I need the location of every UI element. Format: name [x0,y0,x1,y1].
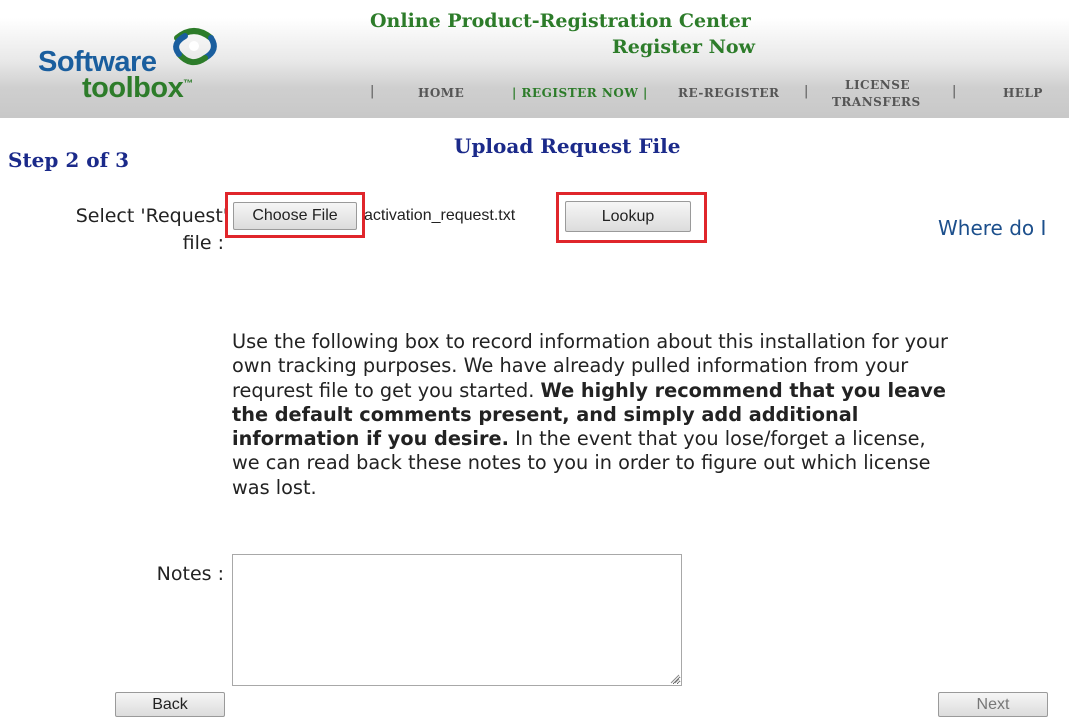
lookup-button[interactable]: Lookup [565,201,691,232]
resize-grip-icon[interactable] [668,672,680,684]
nav-license-transfers-line2[interactable]: TRANSFERS [832,95,921,109]
notes-instructions: Use the following box to record informat… [232,330,952,500]
header-subtitle: Register Now [612,36,755,58]
site-header: Software toolbox™ Online Product-Registr… [0,0,1069,118]
logo-word-toolbox-text: toolbox [82,72,184,104]
nav-separator: | [370,84,375,99]
nav-license-transfers-line1[interactable]: LICENSE [845,78,910,92]
nav-register-now[interactable]: | REGISTER NOW | [512,86,648,100]
nav-help[interactable]: HELP [1003,86,1043,100]
where-do-i-help-link[interactable]: Where do I [938,216,1046,240]
nav-home[interactable]: HOME [418,86,464,100]
back-button[interactable]: Back [115,692,225,717]
logo-word-toolbox: toolbox™ [82,72,193,105]
logo-mark-icon [173,28,217,66]
trademark-symbol: ™ [183,78,193,90]
step-indicator: Step 2 of 3 [8,148,130,172]
select-request-label-line2: file : [182,232,224,254]
next-button[interactable]: Next [938,692,1048,717]
choose-file-button[interactable]: Choose File [233,202,357,230]
page-title: Upload Request File [454,134,681,158]
selected-file-name: activation_request.txt [364,207,516,224]
notes-label: Notes : [156,563,224,585]
header-title: Online Product-Registration Center [370,10,751,32]
notes-textarea[interactable] [232,554,682,686]
nav-separator: | [804,84,809,99]
software-toolbox-logo[interactable]: Software toolbox™ [38,24,258,104]
nav-separator: | [952,84,957,99]
select-request-label-line1: Select 'Request' [75,205,228,227]
nav-re-register[interactable]: RE-REGISTER [678,86,780,100]
